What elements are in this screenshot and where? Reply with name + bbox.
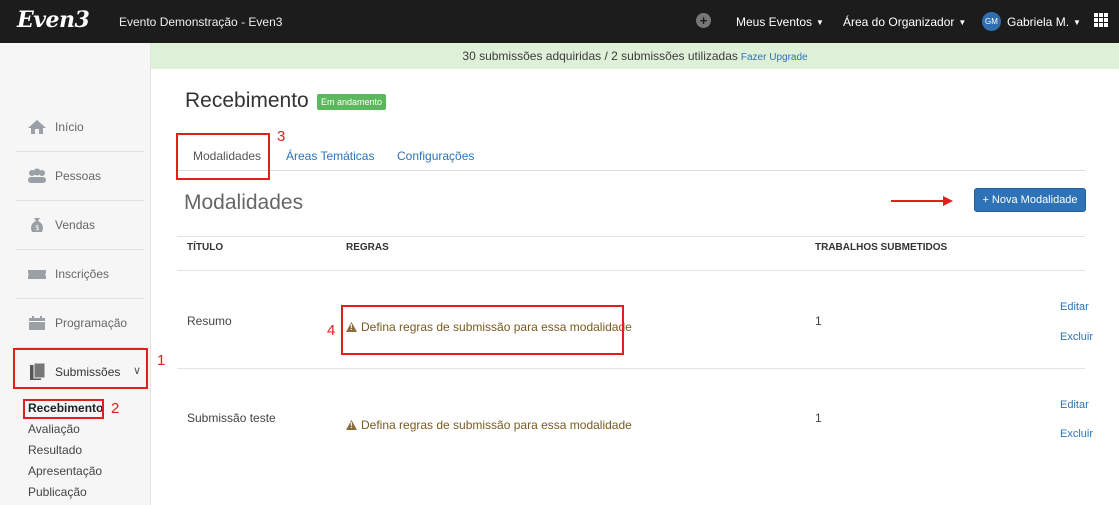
annotation-box-modalidades-tab [176,133,270,180]
avatar[interactable]: GM [982,12,1001,31]
row-rules-warning[interactable]: Defina regras de submissão para essa mod… [346,418,632,432]
section-title: Modalidades [184,191,304,214]
annotation-number-4: 4 [327,322,336,339]
delete-link[interactable]: Excluir [1060,428,1093,440]
my-events-label: Meus Eventos [736,15,813,29]
delete-link[interactable]: Excluir [1060,331,1093,343]
sidebar-item-label: Programação [55,316,128,330]
sidebar-item-label: Vendas [55,218,96,232]
sidebar-item-vendas[interactable]: $ Vendas [16,201,144,250]
sidebar: Início Pessoas $ Vendas Inscrições Progr… [0,43,151,505]
caret-down-icon: ▼ [1073,18,1081,27]
sidebar-item-inicio[interactable]: Início [16,103,144,152]
top-navbar: Even3 Evento Demonstração - Even3 + Meus… [0,0,1119,43]
submissions-banner: 30 submissões adquiridas / 2 submissões … [151,43,1119,69]
subnav-resultado[interactable]: Resultado [28,443,82,457]
table-top-border [177,236,1085,237]
edit-link[interactable]: Editar [1060,399,1089,411]
sidebar-item-pessoas[interactable]: Pessoas [16,152,144,201]
annotation-number-2: 2 [111,400,120,417]
warning-icon [346,420,357,430]
add-circle-icon[interactable]: + [696,13,711,28]
table-header-border [177,270,1085,271]
sidebar-item-programacao[interactable]: Programação [16,299,144,348]
subnav-publicacao[interactable]: Publicação [28,485,87,499]
user-menu[interactable]: Gabriela M. ▼ [1007,15,1081,29]
column-header-submitted: TRABALHOS SUBMETIDOS [815,242,948,253]
column-header-rules: REGRAS [346,242,389,253]
annotation-number-3: 3 [277,128,286,145]
row-rules-text: Defina regras de submissão para essa mod… [361,418,632,432]
calendar-icon [29,316,45,330]
tab-areas-tematicas[interactable]: Áreas Temáticas [286,149,374,163]
caret-down-icon: ▼ [816,18,824,27]
my-events-menu[interactable]: Meus Eventos ▼ [736,15,824,29]
subnav-avaliacao[interactable]: Avaliação [28,422,80,436]
row-title: Submissão teste [187,411,276,425]
annotation-arrow-icon [891,196,953,206]
people-icon [28,168,46,183]
sidebar-item-label: Pessoas [55,169,102,183]
edit-link[interactable]: Editar [1060,301,1089,313]
apps-grid-icon[interactable] [1094,13,1108,27]
home-icon [28,120,46,134]
row-title: Resumo [187,314,232,328]
ticket-icon [28,270,46,279]
caret-down-icon: ▼ [958,18,967,27]
row-submitted-count: 1 [815,314,822,328]
annotation-number-1: 1 [157,352,166,369]
user-name: Gabriela M. [1007,15,1070,29]
svg-text:$: $ [35,224,39,232]
event-title[interactable]: Evento Demonstração - Even3 [119,15,282,29]
status-badge: Em andamento [317,94,387,110]
annotation-box-rules [341,305,624,355]
organizer-area-menu[interactable]: Área do Organizador ▼ [843,15,966,29]
row-divider [177,368,1085,369]
annotation-box-recebimento [23,399,104,419]
sidebar-item-inscricoes[interactable]: Inscrições [16,250,144,299]
money-bag-icon: $ [31,218,43,232]
column-header-title: TÍTULO [187,242,224,253]
sidebar-item-label: Inscrições [55,267,110,281]
annotation-box-submissoes [13,348,148,389]
banner-text: 30 submissões adquiridas / 2 submissões … [462,49,738,63]
new-modality-button[interactable]: + Nova Modalidade [974,188,1086,212]
sidebar-item-label: Início [55,120,84,134]
tab-configuracoes[interactable]: Configurações [397,149,474,163]
subnav-apresentacao[interactable]: Apresentação [28,464,102,478]
even3-logo[interactable]: Even3 [17,7,90,33]
row-submitted-count: 1 [815,411,822,425]
tabs-divider [177,170,1085,171]
organizer-area-label: Área do Organizador [843,15,955,29]
upgrade-link[interactable]: Fazer Upgrade [741,52,808,63]
page-title: Recebimento [185,89,309,112]
